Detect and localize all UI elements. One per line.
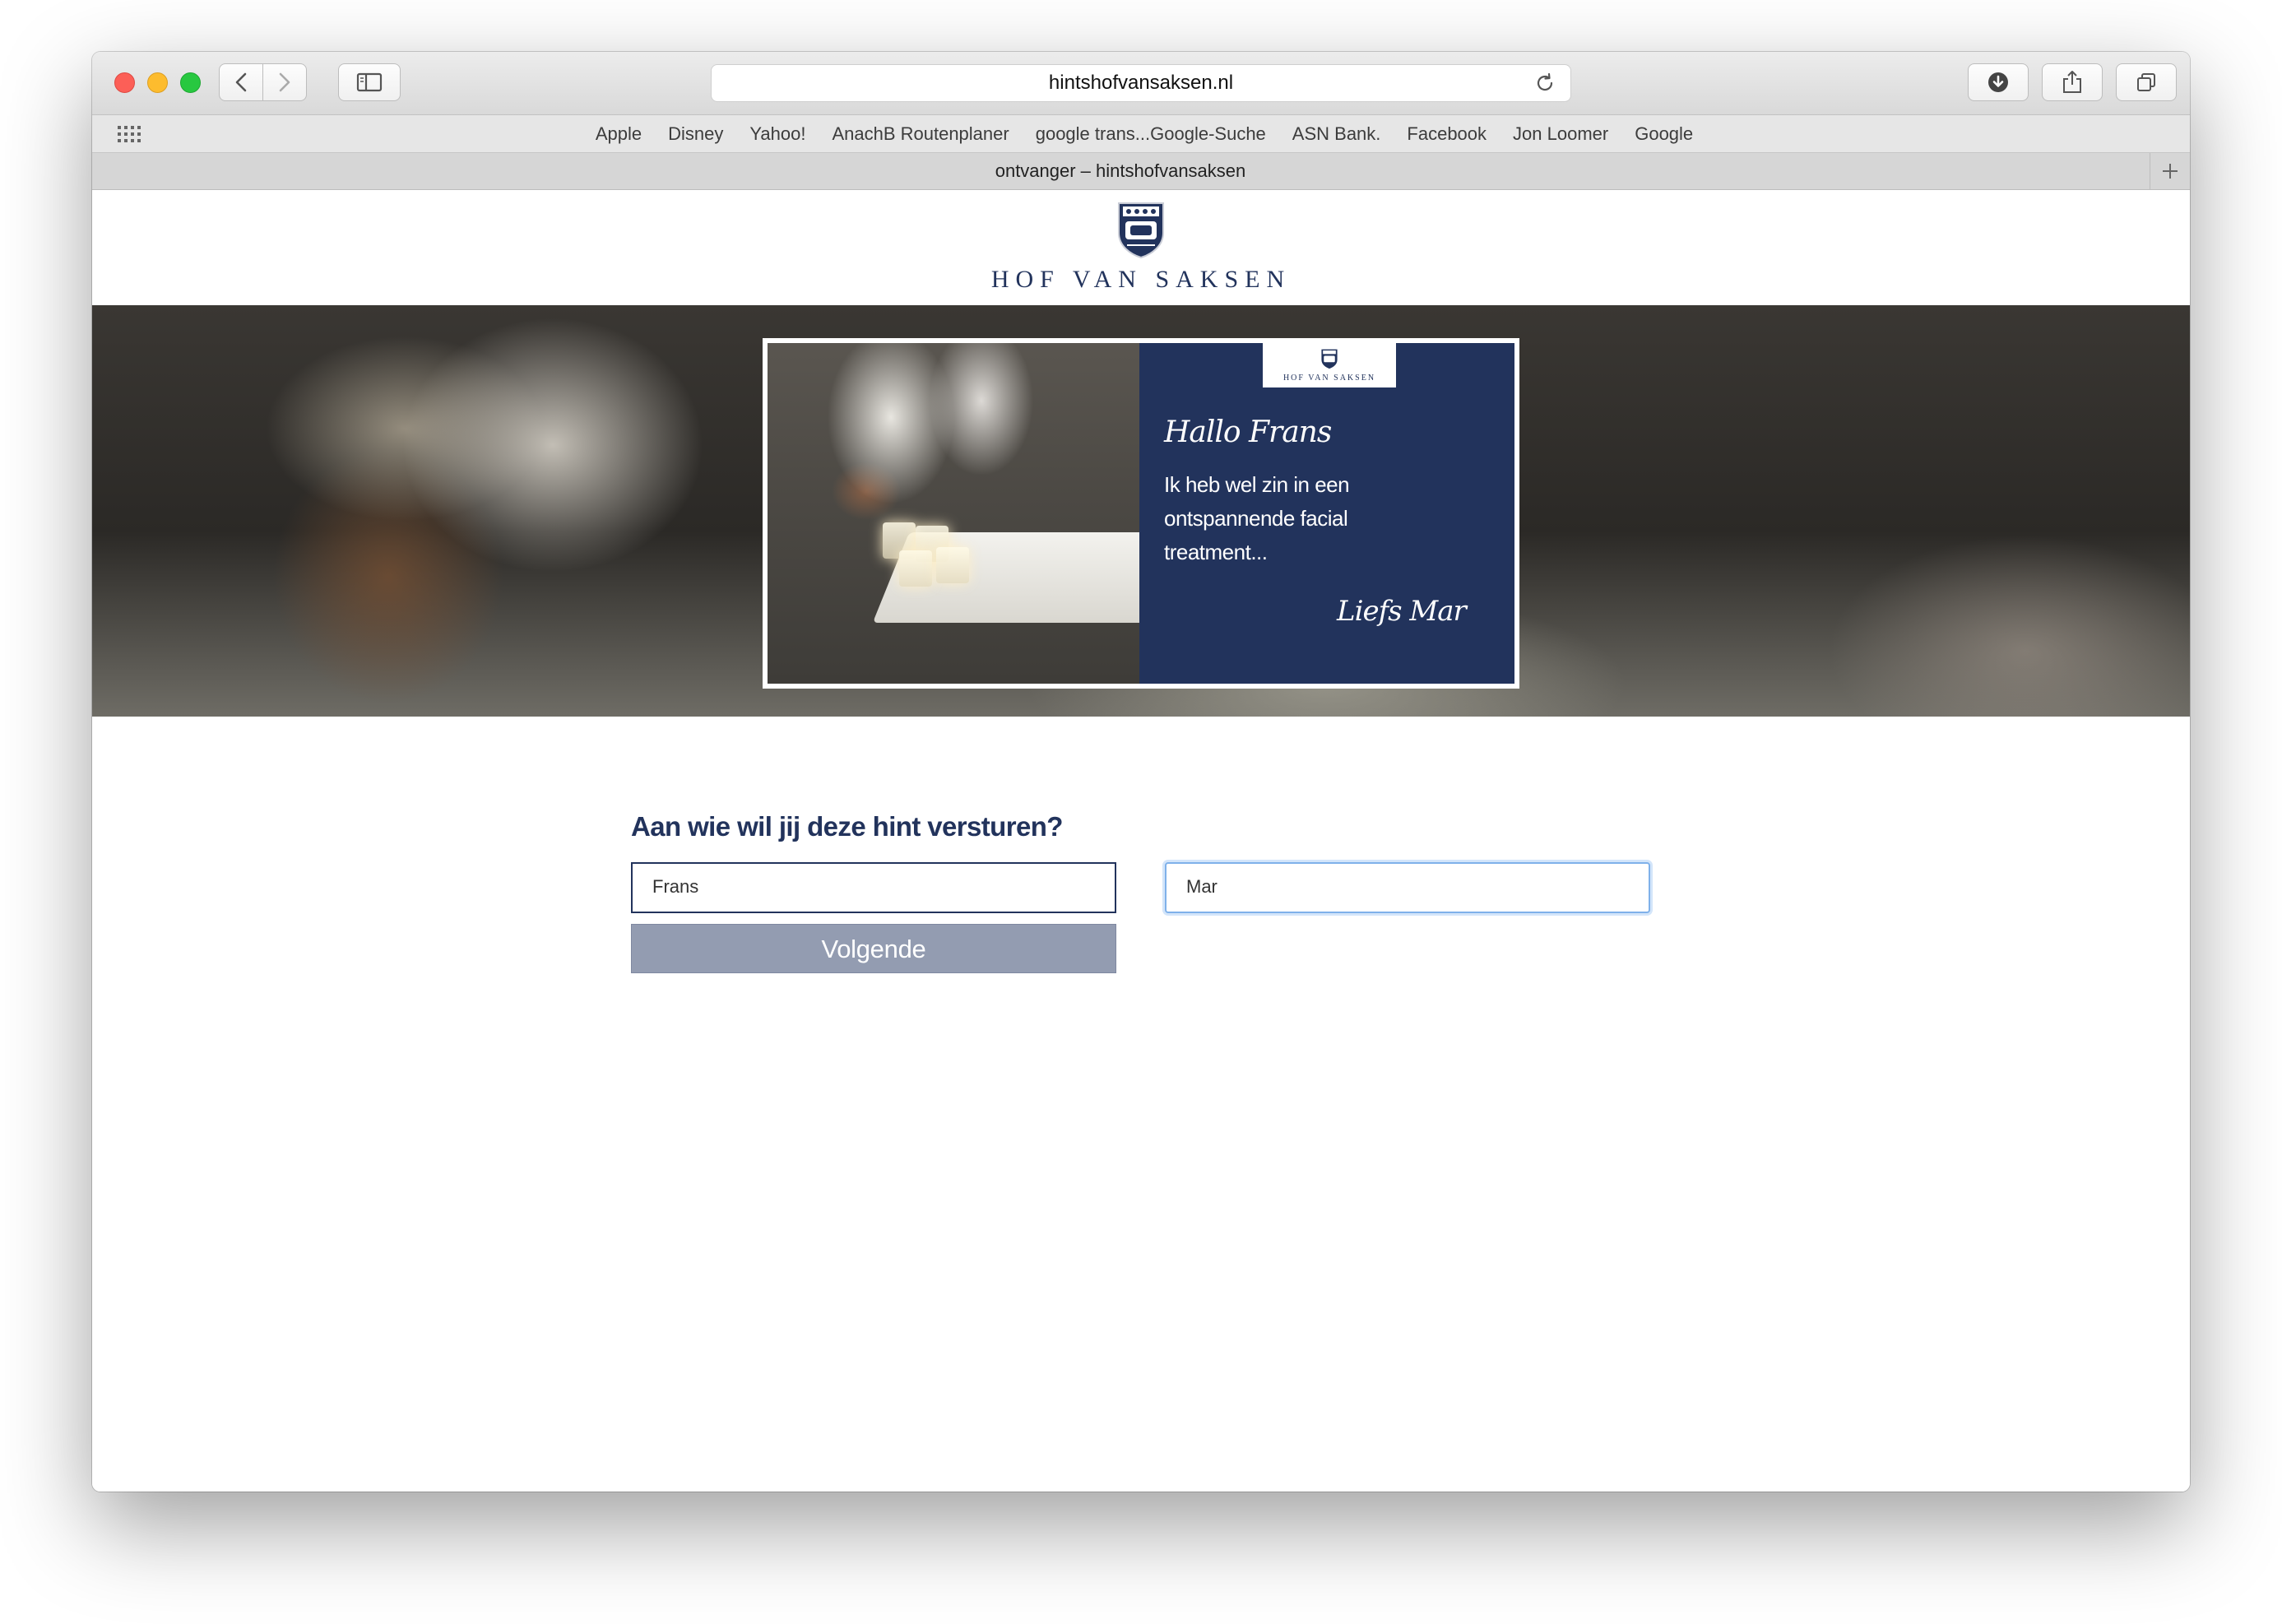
tabs-overview-icon [2137, 73, 2155, 91]
card-message-panel: HOF VAN SAKSEN Hallo Frans Ik heb wel zi… [1139, 343, 1514, 684]
chevron-right-icon [279, 72, 290, 92]
downloads-button[interactable] [1968, 63, 2029, 101]
site-header: HOF VAN SAKSEN [92, 190, 2190, 305]
bookmark-apple[interactable]: Apple [596, 123, 642, 145]
bookmarks-list: Apple Disney Yahoo! AnachB Routenplaner … [92, 115, 2190, 152]
card-signoff: Liefs Mar [1337, 595, 1467, 628]
bookmark-google-trans[interactable]: google trans...Google-Suche [1036, 123, 1266, 145]
candle-shape [936, 547, 969, 583]
tab-active[interactable]: ontvanger – hintshofvansaksen [92, 153, 2149, 189]
bookmark-disney[interactable]: Disney [668, 123, 723, 145]
close-window-button[interactable] [114, 72, 135, 93]
crest-logo-icon[interactable] [1115, 200, 1167, 259]
crest-logo-icon [1321, 349, 1338, 369]
browser-toolbar: hintshofvansaksen.nl [92, 52, 2190, 115]
hero-banner: HOF VAN SAKSEN Hallo Frans Ik heb wel zi… [92, 305, 2190, 717]
new-tab-button[interactable] [2150, 153, 2190, 189]
share-icon [2063, 71, 2081, 93]
card-greeting: Hallo Frans [1164, 415, 1332, 449]
address-bar[interactable]: hintshofvansaksen.nl [711, 64, 1571, 102]
reload-icon[interactable] [1534, 72, 1556, 94]
spa-photo [768, 343, 1139, 684]
tab-bar: ontvanger – hintshofvansaksen [92, 153, 2190, 190]
browser-window: hintshofvansaksen.nl Apple Disney Yahoo!… [92, 52, 2190, 1492]
sender-name-field[interactable]: Mar [1165, 862, 1650, 913]
bookmark-yahoo[interactable]: Yahoo! [749, 123, 805, 145]
back-button[interactable] [219, 63, 263, 101]
card-logo: HOF VAN SAKSEN [1263, 343, 1396, 387]
share-button[interactable] [2042, 63, 2103, 101]
minimize-window-button[interactable] [147, 72, 168, 93]
bookmark-jon-loomer[interactable]: Jon Loomer [1513, 123, 1608, 145]
card-logo-text: HOF VAN SAKSEN [1282, 374, 1376, 383]
chevron-left-icon [235, 72, 247, 92]
sidebar-button[interactable] [338, 63, 401, 101]
next-button[interactable]: Volgende [631, 924, 1116, 973]
sidebar-icon [356, 72, 383, 92]
plus-icon [2163, 164, 2178, 179]
bookmark-anachb[interactable]: AnachB Routenplaner [832, 123, 1009, 145]
hint-card: HOF VAN SAKSEN Hallo Frans Ik heb wel zi… [763, 338, 1519, 689]
form-heading: Aan wie wil jij deze hint versturen? [631, 811, 1063, 842]
tab-overview-button[interactable] [2116, 63, 2177, 101]
bookmark-asn-bank[interactable]: ASN Bank. [1292, 123, 1381, 145]
download-icon [1988, 72, 2008, 92]
forward-button[interactable] [262, 63, 307, 101]
bookmark-facebook[interactable]: Facebook [1407, 123, 1487, 145]
card-message: Ik heb wel zin in een ontspannende facia… [1164, 472, 1350, 564]
recipient-name-field[interactable]: Frans [631, 862, 1116, 913]
address-url: hintshofvansaksen.nl [1048, 72, 1234, 94]
site-logo-text: HOF VAN SAKSEN [990, 266, 1292, 293]
zoom-window-button[interactable] [180, 72, 201, 93]
web-page: HOF VAN SAKSEN HOF VAN SAKSEN Hallo Fran… [92, 190, 2190, 1492]
candle-shape [899, 550, 932, 587]
bookmark-google[interactable]: Google [1635, 123, 1693, 145]
bookmarks-bar: Apple Disney Yahoo! AnachB Routenplaner … [92, 115, 2190, 153]
